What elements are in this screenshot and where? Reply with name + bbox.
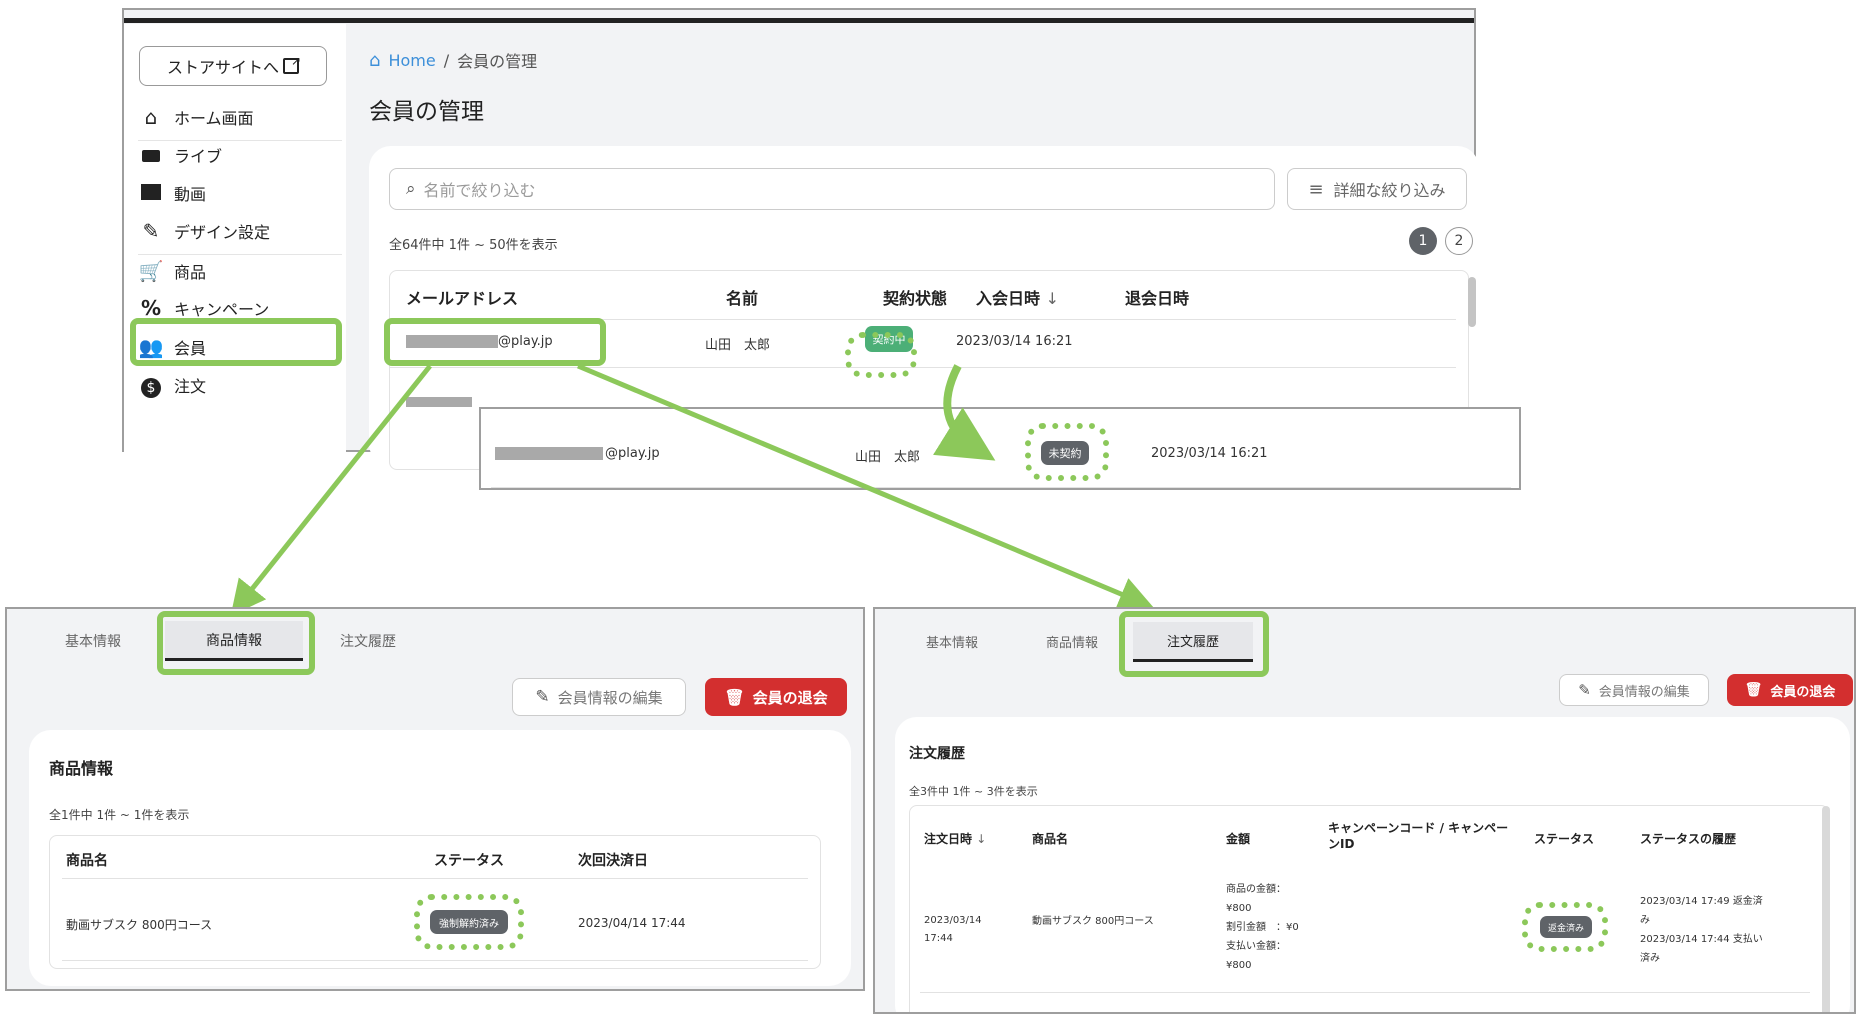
- column-header-order-date[interactable]: 注文日時 ↓: [924, 830, 986, 847]
- order-date: 2023/03/14 17:44: [924, 915, 982, 944]
- edit-member-button[interactable]: ✎ 会員情報の編集: [512, 678, 686, 716]
- tab-product-info[interactable]: 商品情報: [1046, 632, 1098, 651]
- amount-line: ¥800: [1226, 903, 1252, 914]
- tab-order-history[interactable]: 注文履歴: [340, 631, 396, 651]
- next-payment-date: 2023/04/14 17:44: [578, 916, 686, 930]
- column-header-status: ステータス: [1534, 832, 1595, 846]
- history-line: 2023/03/14 17:44 支払い済み: [1640, 934, 1763, 964]
- product-info-card: 商品情報 全1件中 1件 ~ 1件を表示 商品名 ステータス 次回決済日 動画サ…: [29, 730, 851, 986]
- result-count: 全3件中 1件 ~ 3件を表示: [909, 785, 1038, 798]
- product-tab-highlight: [157, 611, 315, 675]
- result-count: 全1件中 1件 ~ 1件を表示: [49, 808, 190, 822]
- edit-member-button[interactable]: ✎ 会員情報の編集: [1559, 674, 1709, 706]
- amount-line: 支払い金額：: [1226, 941, 1286, 952]
- column-header-date-label: 注文日時: [924, 832, 973, 846]
- card-title: 商品情報: [49, 759, 114, 778]
- column-header-next-payment: 次回決済日: [578, 853, 648, 869]
- amount-line: 商品の金額：: [1226, 884, 1286, 895]
- trash-icon: 🗑: [724, 687, 745, 707]
- trash-icon: 🗑: [1744, 682, 1763, 698]
- status-history: 2023/03/14 17:49 返金済み 2023/03/14 17:44 支…: [1640, 892, 1770, 968]
- history-line: 2023/03/14 17:49 返金済み: [1640, 896, 1763, 926]
- edit-member-label: 会員情報の編集: [557, 688, 663, 707]
- withdraw-member-button[interactable]: 🗑 会員の退会: [705, 678, 847, 716]
- tab-basic-info[interactable]: 基本情報: [65, 631, 121, 651]
- product-table: 商品名 ステータス 次回決済日 動画サブスク 800円コース 強制解約済み 20…: [49, 835, 821, 969]
- order-amount-breakdown: 商品の金額： ¥800 割引金額 ：¥0 支払い金額： ¥800: [1226, 880, 1299, 975]
- withdraw-member-label: 会員の退会: [1770, 684, 1836, 700]
- order-history-screen: 基本情報 商品情報 注文履歴 ✎ 会員情報の編集 🗑 会員の退会 注文履歴 全3…: [873, 607, 1856, 1014]
- arrow-to-product-tab: [230, 364, 432, 616]
- status-highlight: [414, 894, 524, 950]
- card-title: 注文履歴: [909, 746, 965, 762]
- amount-line: ¥800: [1226, 960, 1252, 971]
- pencil-icon: ✎: [1578, 681, 1591, 699]
- order-tab-highlight: [1119, 611, 1269, 677]
- status-highlight: [1522, 902, 1608, 952]
- tab-basic-info[interactable]: 基本情報: [926, 632, 978, 651]
- column-header-status-history: ステータスの履歴: [1640, 832, 1737, 846]
- column-header-status: ステータス: [434, 853, 504, 869]
- order-table: 注文日時 ↓ 商品名 金額 キャンペーンコード / キャンペーンID ステータス…: [909, 805, 1830, 1012]
- sort-down-icon: ↓: [976, 832, 987, 846]
- column-header-campaign: キャンペーンコード / キャンペーンID: [1328, 821, 1509, 851]
- order-product: 動画サブスク 800円コース: [1032, 916, 1154, 927]
- arrow-to-order-tab: [577, 363, 1154, 611]
- column-header-amount: 金額: [1226, 832, 1251, 846]
- product-info-screen: 基本情報 商品情報 注文履歴 ✎ 会員情報の編集 🗑 会員の退会 商品情報 全1…: [5, 607, 865, 991]
- pencil-icon: ✎: [535, 687, 550, 707]
- withdraw-member-button[interactable]: 🗑 会員の退会: [1727, 674, 1853, 706]
- vertical-scrollbar[interactable]: [1822, 806, 1830, 1012]
- amount-line: 割引金額 ：¥0: [1226, 922, 1299, 933]
- edit-member-label: 会員情報の編集: [1598, 684, 1690, 700]
- column-header-product: 商品名: [66, 853, 108, 869]
- column-header-product: 商品名: [1032, 832, 1069, 846]
- product-link[interactable]: 動画サブスク 800円コース: [66, 916, 212, 933]
- withdraw-member-label: 会員の退会: [752, 688, 828, 707]
- arrow-status-change: [933, 364, 996, 461]
- order-history-card: 注文履歴 全3件中 1件 ~ 3件を表示 注文日時 ↓ 商品名 金額 キャンペー…: [895, 717, 1850, 1012]
